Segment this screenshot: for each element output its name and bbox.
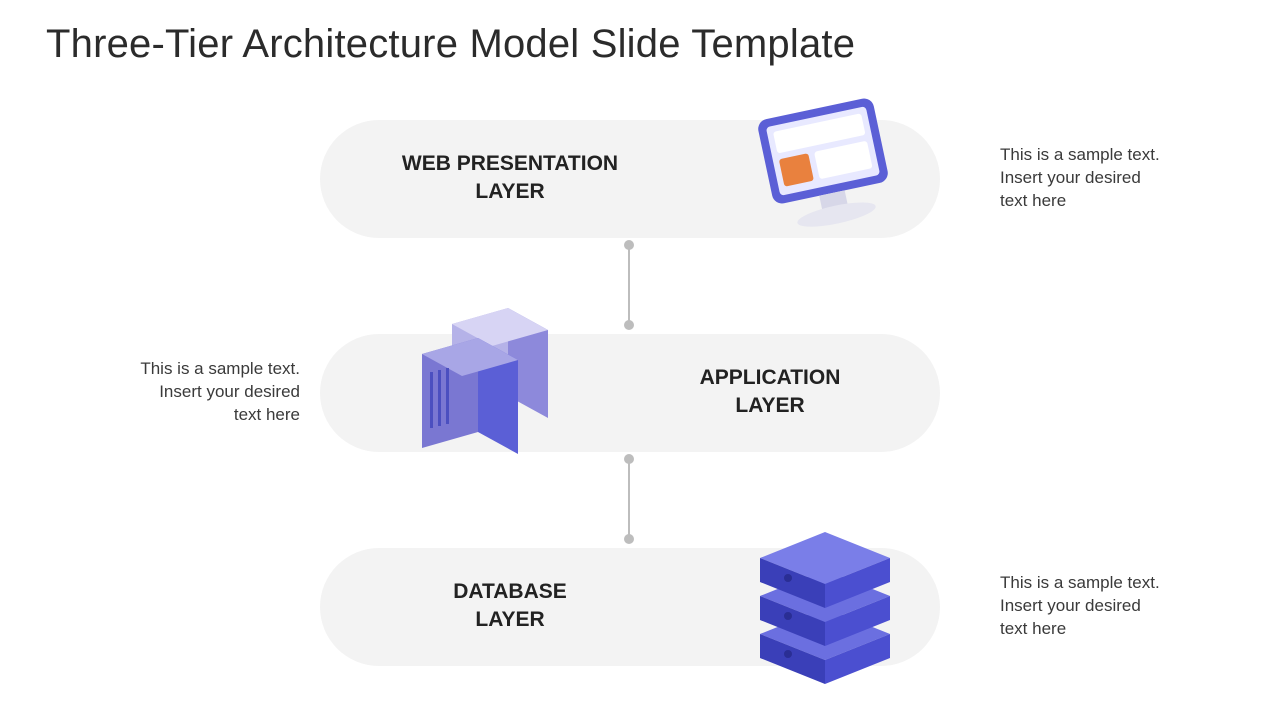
tier-label-line: LAYER (475, 608, 544, 631)
desc-line: Insert your desired (1000, 596, 1141, 615)
desc-line: text here (1000, 191, 1066, 210)
tier-label-database: DATABASE LAYER (380, 578, 640, 635)
connector-dot (624, 320, 634, 330)
database-icon (730, 510, 920, 700)
slide-title: Three-Tier Architecture Model Slide Temp… (46, 22, 855, 67)
desc-line: This is a sample text. (1000, 573, 1160, 592)
desc-line: Insert your desired (1000, 168, 1141, 187)
connector-dot (624, 534, 634, 544)
slide-canvas: Three-Tier Architecture Model Slide Temp… (0, 0, 1280, 720)
desc-line: text here (234, 405, 300, 424)
desc-line: text here (1000, 619, 1066, 638)
connector-1 (628, 248, 630, 324)
tier-desc-database: This is a sample text. Insert your desir… (1000, 572, 1200, 641)
connector-2 (628, 462, 630, 538)
tier-desc-presentation: This is a sample text. Insert your desir… (1000, 144, 1200, 213)
tier-label-presentation: WEB PRESENTATION LAYER (380, 150, 640, 207)
connector-dot (624, 240, 634, 250)
tier-label-line: LAYER (475, 180, 544, 203)
desc-line: This is a sample text. (1000, 145, 1160, 164)
connector-dot (624, 454, 634, 464)
server-icon (400, 296, 580, 466)
desc-line: This is a sample text. (140, 359, 300, 378)
tier-desc-application: This is a sample text. Insert your desir… (100, 358, 300, 427)
monitor-icon (740, 90, 910, 250)
tier-label-line: DATABASE (453, 580, 567, 603)
tier-label-line: WEB PRESENTATION (402, 152, 618, 175)
desc-line: Insert your desired (159, 382, 300, 401)
tier-label-application: APPLICATION LAYER (640, 364, 900, 421)
tier-label-line: APPLICATION (700, 366, 841, 389)
tier-label-line: LAYER (735, 394, 804, 417)
